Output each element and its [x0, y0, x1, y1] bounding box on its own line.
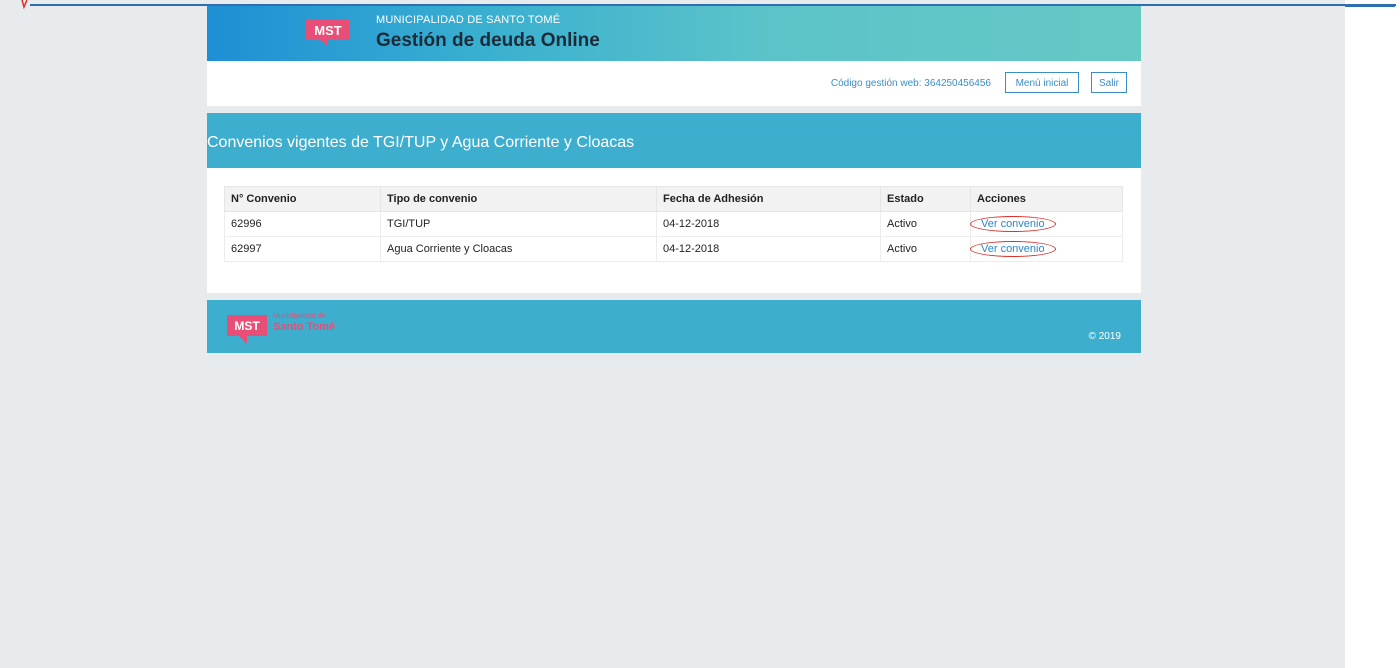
- actions-cell: Ver convenio: [970, 236, 1123, 262]
- convenio-number: 62996: [224, 211, 381, 237]
- adhesion-date: 04-12-2018: [656, 211, 881, 237]
- convenios-card: Convenios vigentes de TGI/TUP y Agua Cor…: [207, 113, 1141, 293]
- top-rule-right: [1345, 4, 1395, 7]
- table-row: 62997 Agua Corriente y Cloacas 04-12-201…: [224, 236, 1123, 262]
- footer: MST Municipalidad de Santo Tomé © 2019: [207, 300, 1141, 353]
- ver-convenio-link[interactable]: Ver convenio: [970, 216, 1056, 232]
- actions-cell: Ver convenio: [970, 211, 1123, 237]
- column-header: Fecha de Adhesión: [656, 186, 881, 212]
- ver-convenio-link[interactable]: Ver convenio: [970, 241, 1056, 257]
- menu-inicial-button[interactable]: Menú inicial: [1005, 72, 1079, 93]
- status: Activo: [880, 211, 971, 237]
- mst-footer-logo-icon: MST: [227, 315, 267, 344]
- status: Activo: [880, 236, 971, 262]
- convenios-table: N° Convenio Tipo de convenio Fecha de Ad…: [224, 186, 1123, 262]
- salir-button[interactable]: Salir: [1091, 72, 1127, 93]
- header-banner: MST MUNICIPALIDAD DE SANTO TOMÉ Gestión …: [207, 6, 1141, 61]
- nav-bar: Código gestión web: 364250456456 Menú in…: [207, 61, 1141, 106]
- svg-text:MST: MST: [234, 319, 260, 333]
- card-title: Convenios vigentes de TGI/TUP y Agua Cor…: [207, 134, 635, 151]
- convenio-type: TGI/TUP: [380, 211, 657, 237]
- corner-mark: [0, 0, 30, 10]
- column-header: Acciones: [970, 186, 1123, 212]
- adhesion-date: 04-12-2018: [656, 236, 881, 262]
- svg-text:MST: MST: [314, 23, 342, 38]
- table-header-row: N° Convenio Tipo de convenio Fecha de Ad…: [224, 186, 1123, 212]
- mst-logo-icon: MST: [306, 20, 350, 46]
- column-header: N° Convenio: [224, 186, 381, 212]
- column-header: Estado: [880, 186, 971, 212]
- footer-org-small: Municipalidad de: [273, 313, 326, 320]
- footer-org-name: Santo Tomé: [273, 321, 336, 333]
- org-name: MUNICIPALIDAD DE SANTO TOMÉ: [376, 14, 561, 26]
- copyright: © 2019: [1088, 331, 1121, 342]
- table-row: 62996 TGI/TUP 04-12-2018 Activo Ver conv…: [224, 211, 1123, 237]
- column-header: Tipo de convenio: [380, 186, 657, 212]
- web-code-label: Código gestión web: 364250456456: [830, 78, 991, 89]
- app-title: Gestión de deuda Online: [376, 30, 600, 51]
- convenio-number: 62997: [224, 236, 381, 262]
- convenio-type: Agua Corriente y Cloacas: [380, 236, 657, 262]
- card-header: Convenios vigentes de TGI/TUP y Agua Cor…: [207, 113, 1141, 168]
